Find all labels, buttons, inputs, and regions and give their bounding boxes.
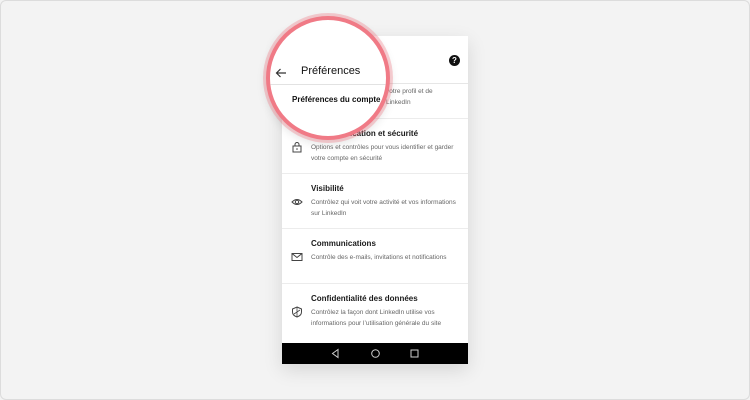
android-nav-bar [282,343,468,364]
settings-item-title: Communications [311,239,376,248]
settings-item-desc: Options et contrôles pour vous identifie… [311,144,454,162]
settings-item-desc: Contrôlez la façon dont LinkedIn utilise… [311,309,442,327]
shield-icon [292,306,302,318]
settings-item-desc: votre profil et de LinkedIn [386,88,433,106]
settings-item-visibility[interactable]: Visibilité Contrôlez qui voit votre acti… [282,174,468,229]
settings-item-desc: Contrôle des e-mails, invitations et not… [311,254,447,261]
lock-icon [292,142,302,153]
question-circle-icon[interactable]: ? [449,55,460,66]
arrow-left-icon[interactable] [275,67,287,79]
settings-item-data-privacy[interactable]: Confidentialité des données Contrôlez la… [282,284,468,339]
settings-item-title: Visibilité [311,184,344,193]
settings-item-desc: Contrôlez qui voit votre activité et vos… [311,199,456,217]
envelope-icon [291,253,303,261]
header-divider [270,84,386,85]
magnifier-callout: Préférences Préférences du compte [266,16,390,140]
triangle-back-icon[interactable] [330,348,341,359]
square-recent-icon[interactable] [409,348,420,359]
settings-item-title: Confidentialité des données [311,294,418,303]
section-title[interactable]: Préférences du compte [292,95,380,104]
settings-item-communications[interactable]: Communications Contrôle des e-mails, inv… [282,229,468,284]
eye-icon [291,199,303,205]
circle-home-icon[interactable] [370,348,381,359]
page-title: Préférences [301,65,361,77]
